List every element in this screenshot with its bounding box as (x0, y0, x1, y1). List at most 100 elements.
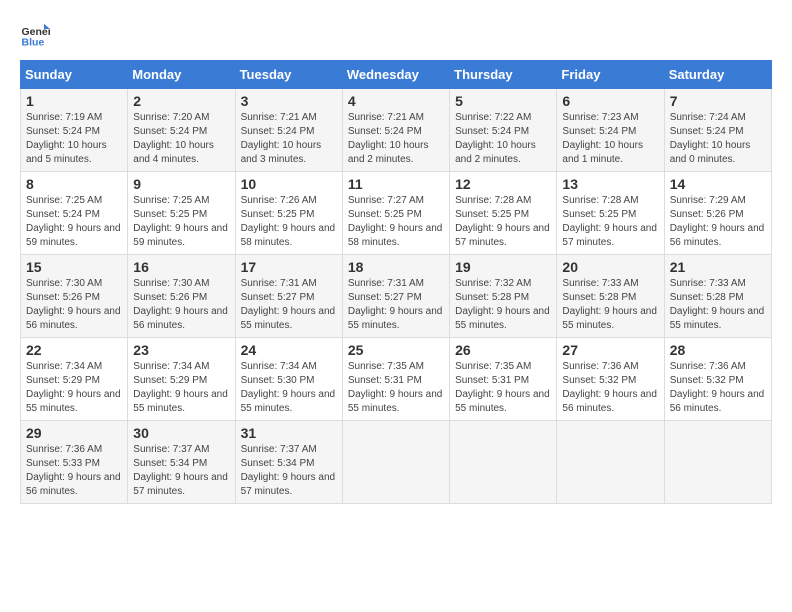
day-info: Sunrise: 7:23 AM Sunset: 5:24 PM Dayligh… (562, 111, 658, 167)
calendar-cell: 13 Sunrise: 7:28 AM Sunset: 5:25 PM Dayl… (557, 172, 664, 255)
day-info: Sunrise: 7:30 AM Sunset: 5:26 PM Dayligh… (26, 277, 122, 333)
calendar-cell: 16 Sunrise: 7:30 AM Sunset: 5:26 PM Dayl… (128, 255, 235, 338)
day-number: 8 (26, 176, 122, 192)
day-number: 21 (670, 259, 766, 275)
calendar-cell: 31 Sunrise: 7:37 AM Sunset: 5:34 PM Dayl… (235, 421, 342, 504)
day-number: 17 (241, 259, 337, 275)
calendar-cell: 10 Sunrise: 7:26 AM Sunset: 5:25 PM Dayl… (235, 172, 342, 255)
header-wednesday: Wednesday (342, 61, 449, 89)
calendar-cell: 21 Sunrise: 7:33 AM Sunset: 5:28 PM Dayl… (664, 255, 771, 338)
calendar-week-row: 22 Sunrise: 7:34 AM Sunset: 5:29 PM Dayl… (21, 338, 772, 421)
calendar-cell: 3 Sunrise: 7:21 AM Sunset: 5:24 PM Dayli… (235, 89, 342, 172)
calendar-cell: 4 Sunrise: 7:21 AM Sunset: 5:24 PM Dayli… (342, 89, 449, 172)
calendar-table: SundayMondayTuesdayWednesdayThursdayFrid… (20, 60, 772, 504)
calendar-cell: 1 Sunrise: 7:19 AM Sunset: 5:24 PM Dayli… (21, 89, 128, 172)
calendar-cell: 23 Sunrise: 7:34 AM Sunset: 5:29 PM Dayl… (128, 338, 235, 421)
calendar-cell: 26 Sunrise: 7:35 AM Sunset: 5:31 PM Dayl… (450, 338, 557, 421)
day-info: Sunrise: 7:34 AM Sunset: 5:29 PM Dayligh… (133, 360, 229, 416)
day-number: 30 (133, 425, 229, 441)
day-info: Sunrise: 7:21 AM Sunset: 5:24 PM Dayligh… (241, 111, 337, 167)
day-number: 16 (133, 259, 229, 275)
calendar-cell: 19 Sunrise: 7:32 AM Sunset: 5:28 PM Dayl… (450, 255, 557, 338)
day-number: 13 (562, 176, 658, 192)
calendar-cell: 29 Sunrise: 7:36 AM Sunset: 5:33 PM Dayl… (21, 421, 128, 504)
day-info: Sunrise: 7:33 AM Sunset: 5:28 PM Dayligh… (562, 277, 658, 333)
day-info: Sunrise: 7:27 AM Sunset: 5:25 PM Dayligh… (348, 194, 444, 250)
logo: General Blue (20, 20, 54, 50)
day-info: Sunrise: 7:34 AM Sunset: 5:29 PM Dayligh… (26, 360, 122, 416)
calendar-week-row: 1 Sunrise: 7:19 AM Sunset: 5:24 PM Dayli… (21, 89, 772, 172)
day-number: 3 (241, 93, 337, 109)
header-sunday: Sunday (21, 61, 128, 89)
day-number: 25 (348, 342, 444, 358)
header-tuesday: Tuesday (235, 61, 342, 89)
day-info: Sunrise: 7:22 AM Sunset: 5:24 PM Dayligh… (455, 111, 551, 167)
day-info: Sunrise: 7:28 AM Sunset: 5:25 PM Dayligh… (562, 194, 658, 250)
calendar-week-row: 8 Sunrise: 7:25 AM Sunset: 5:24 PM Dayli… (21, 172, 772, 255)
day-number: 4 (348, 93, 444, 109)
day-number: 24 (241, 342, 337, 358)
day-info: Sunrise: 7:31 AM Sunset: 5:27 PM Dayligh… (348, 277, 444, 333)
day-info: Sunrise: 7:32 AM Sunset: 5:28 PM Dayligh… (455, 277, 551, 333)
calendar-cell: 2 Sunrise: 7:20 AM Sunset: 5:24 PM Dayli… (128, 89, 235, 172)
calendar-cell: 20 Sunrise: 7:33 AM Sunset: 5:28 PM Dayl… (557, 255, 664, 338)
day-info: Sunrise: 7:33 AM Sunset: 5:28 PM Dayligh… (670, 277, 766, 333)
day-info: Sunrise: 7:31 AM Sunset: 5:27 PM Dayligh… (241, 277, 337, 333)
header-saturday: Saturday (664, 61, 771, 89)
day-number: 23 (133, 342, 229, 358)
day-number: 14 (670, 176, 766, 192)
day-number: 28 (670, 342, 766, 358)
day-number: 19 (455, 259, 551, 275)
day-number: 22 (26, 342, 122, 358)
day-info: Sunrise: 7:35 AM Sunset: 5:31 PM Dayligh… (455, 360, 551, 416)
day-info: Sunrise: 7:36 AM Sunset: 5:32 PM Dayligh… (670, 360, 766, 416)
day-number: 1 (26, 93, 122, 109)
calendar-cell: 27 Sunrise: 7:36 AM Sunset: 5:32 PM Dayl… (557, 338, 664, 421)
day-number: 15 (26, 259, 122, 275)
calendar-week-row: 29 Sunrise: 7:36 AM Sunset: 5:33 PM Dayl… (21, 421, 772, 504)
day-number: 18 (348, 259, 444, 275)
day-number: 5 (455, 93, 551, 109)
calendar-cell: 22 Sunrise: 7:34 AM Sunset: 5:29 PM Dayl… (21, 338, 128, 421)
day-number: 9 (133, 176, 229, 192)
day-info: Sunrise: 7:36 AM Sunset: 5:33 PM Dayligh… (26, 443, 122, 499)
svg-text:Blue: Blue (22, 37, 45, 49)
calendar-cell (450, 421, 557, 504)
day-number: 12 (455, 176, 551, 192)
calendar-cell: 15 Sunrise: 7:30 AM Sunset: 5:26 PM Dayl… (21, 255, 128, 338)
day-number: 31 (241, 425, 337, 441)
calendar-cell: 7 Sunrise: 7:24 AM Sunset: 5:24 PM Dayli… (664, 89, 771, 172)
day-info: Sunrise: 7:37 AM Sunset: 5:34 PM Dayligh… (133, 443, 229, 499)
day-number: 6 (562, 93, 658, 109)
day-info: Sunrise: 7:26 AM Sunset: 5:25 PM Dayligh… (241, 194, 337, 250)
calendar-cell (664, 421, 771, 504)
calendar-cell: 12 Sunrise: 7:28 AM Sunset: 5:25 PM Dayl… (450, 172, 557, 255)
calendar-cell: 17 Sunrise: 7:31 AM Sunset: 5:27 PM Dayl… (235, 255, 342, 338)
calendar-week-row: 15 Sunrise: 7:30 AM Sunset: 5:26 PM Dayl… (21, 255, 772, 338)
calendar-cell (557, 421, 664, 504)
day-info: Sunrise: 7:25 AM Sunset: 5:24 PM Dayligh… (26, 194, 122, 250)
calendar-cell: 9 Sunrise: 7:25 AM Sunset: 5:25 PM Dayli… (128, 172, 235, 255)
calendar-cell: 30 Sunrise: 7:37 AM Sunset: 5:34 PM Dayl… (128, 421, 235, 504)
day-info: Sunrise: 7:24 AM Sunset: 5:24 PM Dayligh… (670, 111, 766, 167)
header-monday: Monday (128, 61, 235, 89)
logo-icon: General Blue (20, 20, 50, 50)
day-number: 10 (241, 176, 337, 192)
calendar-cell: 24 Sunrise: 7:34 AM Sunset: 5:30 PM Dayl… (235, 338, 342, 421)
day-info: Sunrise: 7:34 AM Sunset: 5:30 PM Dayligh… (241, 360, 337, 416)
calendar-header-row: SundayMondayTuesdayWednesdayThursdayFrid… (21, 61, 772, 89)
calendar-cell: 14 Sunrise: 7:29 AM Sunset: 5:26 PM Dayl… (664, 172, 771, 255)
day-info: Sunrise: 7:35 AM Sunset: 5:31 PM Dayligh… (348, 360, 444, 416)
calendar-cell: 18 Sunrise: 7:31 AM Sunset: 5:27 PM Dayl… (342, 255, 449, 338)
day-info: Sunrise: 7:19 AM Sunset: 5:24 PM Dayligh… (26, 111, 122, 167)
day-info: Sunrise: 7:20 AM Sunset: 5:24 PM Dayligh… (133, 111, 229, 167)
calendar-cell: 8 Sunrise: 7:25 AM Sunset: 5:24 PM Dayli… (21, 172, 128, 255)
day-number: 26 (455, 342, 551, 358)
day-info: Sunrise: 7:36 AM Sunset: 5:32 PM Dayligh… (562, 360, 658, 416)
calendar-cell: 5 Sunrise: 7:22 AM Sunset: 5:24 PM Dayli… (450, 89, 557, 172)
calendar-cell: 11 Sunrise: 7:27 AM Sunset: 5:25 PM Dayl… (342, 172, 449, 255)
day-number: 20 (562, 259, 658, 275)
day-number: 2 (133, 93, 229, 109)
day-info: Sunrise: 7:25 AM Sunset: 5:25 PM Dayligh… (133, 194, 229, 250)
calendar-cell: 28 Sunrise: 7:36 AM Sunset: 5:32 PM Dayl… (664, 338, 771, 421)
